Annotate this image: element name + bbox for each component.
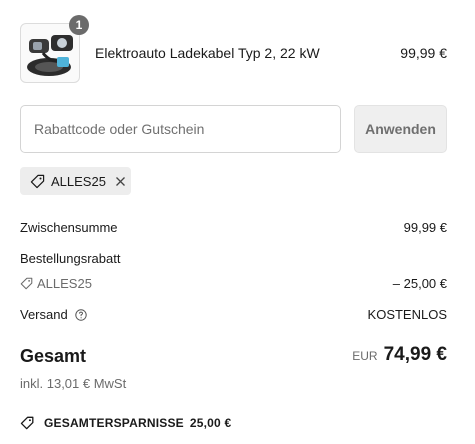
product-price: 99,99 € [400, 45, 447, 61]
quantity-badge: 1 [69, 15, 89, 35]
savings-value: 25,00 € [189, 416, 232, 430]
order-discount-row: Bestellungsrabatt [20, 251, 447, 266]
shipping-label: Versand [20, 307, 68, 322]
tag-icon [30, 174, 45, 189]
order-discount-code: ALLES25 [37, 276, 92, 291]
tax-note: inkl. 13,01 € MwSt [20, 376, 127, 391]
product-name: Elektroauto Ladekabel Typ 2, 22 kW [95, 45, 320, 61]
total-currency: EUR [352, 349, 378, 363]
discount-code-input[interactable] [20, 105, 341, 153]
applied-discount-chip: ALLES25 [20, 167, 131, 195]
order-discount-value: – 25,00 € [392, 276, 447, 291]
total-value-group: EUR 74,99 € [352, 344, 447, 366]
savings-label: GESAMTERSPARNISSE [44, 416, 184, 430]
tag-icon [20, 416, 36, 430]
total-savings: GESAMTERSPARNISSE 25,00 € [20, 416, 231, 430]
ev-cable-image [27, 35, 73, 76]
subtotal-label: Zwischensumme [20, 220, 118, 235]
order-discount-code-row: ALLES25 – 25,00 € [20, 276, 447, 291]
question-circle-icon[interactable] [75, 309, 88, 321]
apply-discount-button[interactable]: Anwenden [354, 105, 447, 153]
product-thumbnail: 1 [20, 15, 89, 83]
total-amount: 74,99 € [383, 344, 447, 365]
subtotal-row: Zwischensumme 99,99 € [20, 220, 447, 235]
tag-icon [20, 277, 33, 290]
close-icon[interactable] [115, 176, 126, 187]
shipping-row: Versand KOSTENLOS [20, 307, 447, 322]
line-item: 1 Elektroauto Ladekabel Typ 2, 22 kW 99,… [20, 15, 447, 83]
shipping-value: KOSTENLOS [367, 307, 447, 322]
applied-discount-code: ALLES25 [51, 173, 106, 189]
order-discount-label: Bestellungsrabatt [20, 251, 121, 266]
subtotal-value: 99,99 € [403, 220, 447, 235]
total-label: Gesamt [20, 346, 87, 366]
